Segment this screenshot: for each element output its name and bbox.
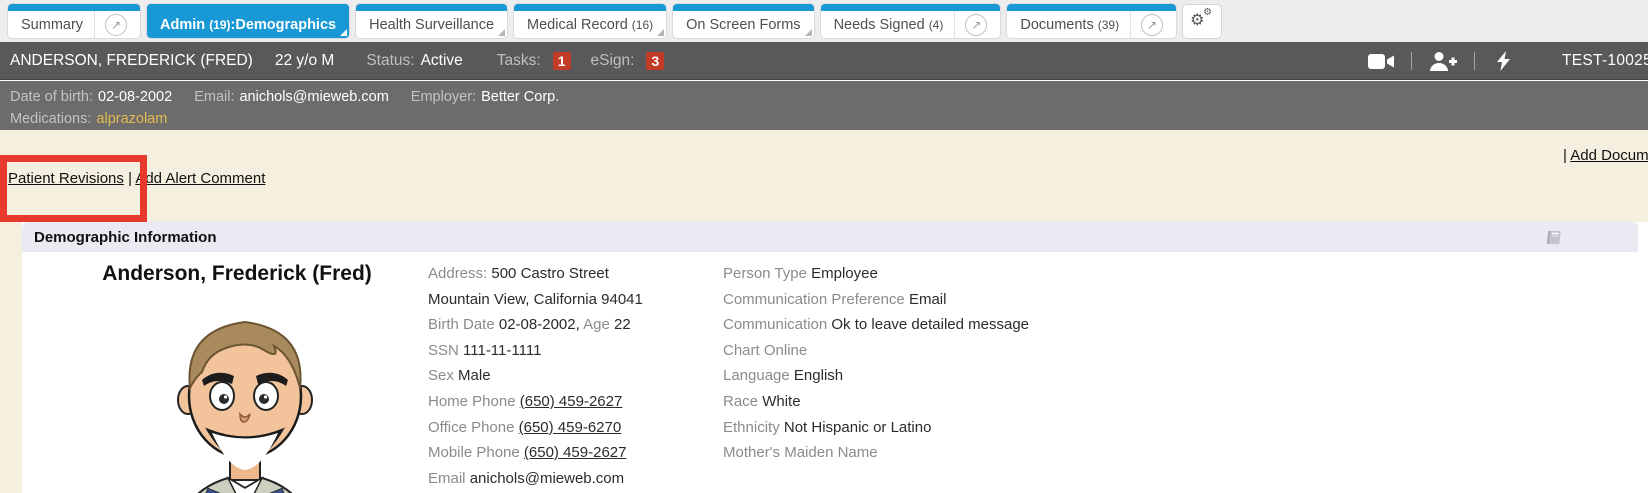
detail-row: Communication Preference Email <box>723 287 1029 313</box>
mobile-phone-link[interactable]: (650) 459-2627 <box>524 444 627 461</box>
lightning-bolt-icon[interactable] <box>1497 51 1511 71</box>
patient-action-links: Patient Revisions | Add Alert Comment <box>8 170 265 187</box>
detail-row: Language English <box>723 363 1029 389</box>
popout-icon[interactable]: ↗ <box>965 14 987 36</box>
tab-summary-label: Summary <box>21 17 83 33</box>
detail-row: SSN 111-11-1111 <box>428 338 643 364</box>
patient-avatar <box>150 296 340 493</box>
popout-icon[interactable]: ↗ <box>1141 14 1163 36</box>
patient-info-bar: Date of birth: 02-08-2002 Email: anichols@… <box>0 81 1648 130</box>
email-label: Email: <box>194 89 234 105</box>
detail-row: Home Phone (650) 459-2627 <box>428 389 643 415</box>
email-value: anichols@mieweb.com <box>239 89 388 105</box>
detail-row: Chart Online <box>723 338 1029 364</box>
detail-row: Sex Male <box>428 363 643 389</box>
esign-badge[interactable]: 3 <box>646 52 664 70</box>
add-document-link-row: | Add Document <box>1563 147 1648 164</box>
detail-row: Communication Ok to leave detailed messa… <box>723 312 1029 338</box>
detail-row: Email anichols@mieweb.com <box>428 466 643 492</box>
tab-dropdown-corner-icon <box>340 29 347 36</box>
demographic-panel-header: Demographic Information <box>22 222 1638 252</box>
settings-gear-button[interactable]: ⚙ ⚙ <box>1183 5 1221 38</box>
detail-row: Race White <box>723 389 1029 415</box>
tasks-badge[interactable]: 1 <box>553 52 571 70</box>
esign-label: eSign: <box>591 52 635 70</box>
demographic-details-column-2: Person Type Employee Communication Prefe… <box>723 261 1029 466</box>
divider-text: | <box>128 170 132 187</box>
status-label: Status: <box>366 52 414 70</box>
detail-row: Person Type Employee <box>723 261 1029 287</box>
medications-label: Medications: <box>10 111 91 127</box>
detail-row: Office Phone (650) 459-6270 <box>428 415 643 441</box>
tab-medical-record[interactable]: Medical Record (16) <box>514 4 666 38</box>
add-alert-comment-link[interactable]: Add Alert Comment <box>135 170 265 187</box>
tab-dropdown-corner-icon <box>498 29 505 36</box>
left-margin-strip <box>0 222 22 493</box>
demographic-details-column-1: Address: 500 Castro Street Mountain View… <box>428 261 643 491</box>
video-camera-icon[interactable] <box>1368 53 1395 70</box>
employer-label: Employer: <box>411 89 476 105</box>
tab-needs-signed[interactable]: Needs Signed (4) ↗ <box>821 4 1001 38</box>
detail-row: Mother's Maiden Name <box>723 440 1029 466</box>
detail-row: Mobile Phone (650) 459-2627 <box>428 440 643 466</box>
patient-name: ANDERSON, FREDERICK (FRED) <box>10 52 253 70</box>
home-phone-link[interactable]: (650) 459-2627 <box>520 393 623 410</box>
tab-dropdown-corner-icon <box>805 29 812 36</box>
tab-dropdown-corner-icon <box>657 29 664 36</box>
tab-on-screen-forms-label: On Screen Forms <box>686 17 800 33</box>
tab-documents-label: Documents (39) <box>1020 17 1119 33</box>
detail-row: Mountain View, California 94041 <box>428 287 643 313</box>
status-value: Active <box>421 52 463 70</box>
employer-value: Better Corp. <box>481 89 559 105</box>
patient-revisions-link[interactable]: Patient Revisions <box>8 170 124 187</box>
panel-title: Demographic Information <box>34 229 217 246</box>
tasks-label: Tasks: <box>497 52 541 70</box>
demographic-panel: Demographic Information Anderson, Freder… <box>22 222 1638 493</box>
tab-health-surveillance[interactable]: Health Surveillance <box>356 4 507 38</box>
tab-on-screen-forms[interactable]: On Screen Forms <box>673 4 813 38</box>
book-icon[interactable] <box>1544 228 1563 252</box>
dob-value: 02-08-2002 <box>98 89 172 105</box>
demographic-panel-body: Anderson, Frederick (Fred) <box>22 252 1638 493</box>
chart-id: TEST-10025 <box>1562 42 1648 80</box>
header-icon-row <box>1368 42 1511 80</box>
add-person-icon[interactable] <box>1428 51 1458 71</box>
tab-summary[interactable]: Summary ↗ <box>8 4 140 38</box>
tab-accent-bar <box>673 4 813 11</box>
tab-admin-label: Admin (19):Demographics <box>160 17 336 33</box>
tab-accent-bar <box>147 4 349 11</box>
tab-accent-bar <box>1007 4 1176 11</box>
detail-row: Birth Date 02-08-2002, Age 22 <box>428 312 643 338</box>
divider <box>1474 52 1475 70</box>
tab-admin-demographics[interactable]: Admin (19):Demographics <box>147 4 349 38</box>
tab-bar: Summary ↗ Admin (19):Demographics Health… <box>0 0 1648 42</box>
tab-accent-bar <box>821 4 1001 11</box>
tab-documents[interactable]: Documents (39) ↗ <box>1007 4 1176 38</box>
popout-icon[interactable]: ↗ <box>105 14 127 36</box>
detail-row: Address: 500 Castro Street <box>428 261 643 287</box>
tab-medical-record-label: Medical Record (16) <box>527 17 653 33</box>
tab-accent-bar <box>8 4 140 11</box>
office-phone-link[interactable]: (650) 459-6270 <box>519 419 622 436</box>
tab-accent-bar <box>356 4 507 11</box>
dob-label: Date of birth: <box>10 89 93 105</box>
tab-accent-bar <box>514 4 666 11</box>
panel-patient-name: Anderson, Frederick (Fred) <box>42 262 432 286</box>
tab-needs-signed-label: Needs Signed (4) <box>834 17 944 33</box>
add-document-link[interactable]: Add Document <box>1570 147 1648 164</box>
patient-age-sex: 22 y/o M <box>275 52 334 70</box>
gear-small-icon: ⚙ <box>1203 8 1212 18</box>
divider <box>1411 52 1412 70</box>
detail-row: Ethnicity Not Hispanic or Latino <box>723 415 1029 441</box>
medications-value[interactable]: alprazolam <box>96 111 167 127</box>
tab-health-surveillance-label: Health Surveillance <box>369 17 494 33</box>
